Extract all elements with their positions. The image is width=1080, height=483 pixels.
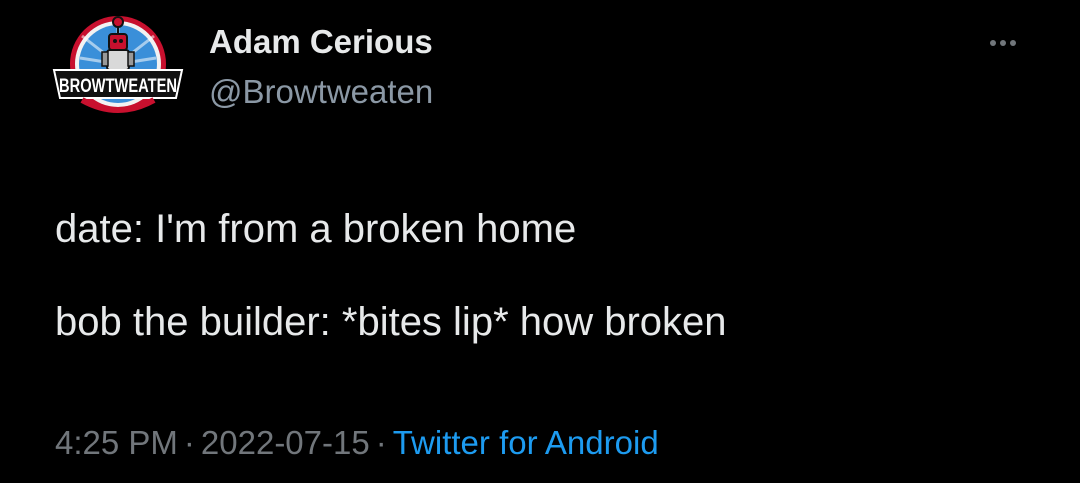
avatar[interactable]: BROWTWEATEN [52, 8, 186, 118]
more-options-icon[interactable] [978, 28, 1028, 58]
tweet-date[interactable]: 2022-07-15 [201, 424, 370, 461]
more-dot [990, 40, 996, 46]
tweet-text-line: bob the builder: *bites lip* how broken [55, 300, 727, 344]
meta-separator: · [183, 424, 195, 461]
tweet-text-line: date: I'm from a broken home [55, 207, 577, 251]
tweet-time[interactable]: 4:25 PM [55, 424, 178, 461]
avatar-text: BROWTWEATEN [59, 76, 177, 97]
user-handle[interactable]: @Browtweaten [209, 73, 433, 110]
display-name[interactable]: Adam Cerious [209, 23, 433, 60]
tweet-card: BROWTWEATEN Adam Cerious @Browtweaten da… [0, 0, 1080, 483]
more-dot [1010, 40, 1016, 46]
more-dot [1000, 40, 1006, 46]
tweet-meta: 4:25 PM · 2022-07-15 · Twitter for Android [55, 424, 659, 461]
meta-separator: · [375, 424, 387, 461]
tweet-source-link[interactable]: Twitter for Android [393, 424, 659, 461]
